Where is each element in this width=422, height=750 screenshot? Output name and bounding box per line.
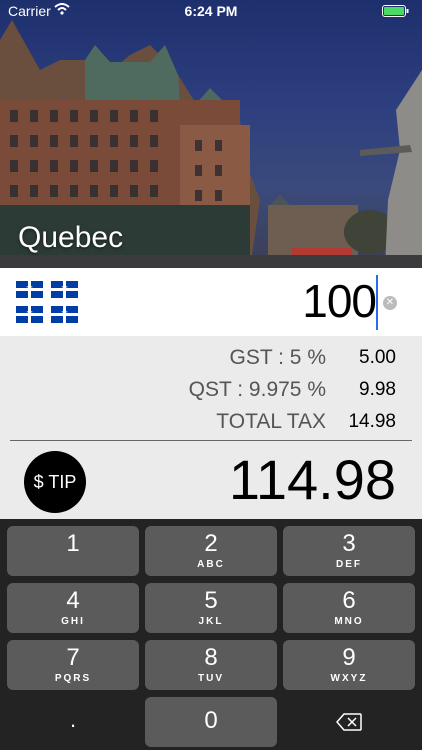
fleur-de-lis-icon: ⚜ <box>25 284 34 294</box>
key-4[interactable]: 4 GHI <box>7 583 139 633</box>
tax-panel: GST : 5 % 5.00 QST : 9.975 % 9.98 TOTAL … <box>0 336 422 519</box>
gst-row: GST : 5 % 5.00 <box>0 342 422 372</box>
qst-label: QST : 9.975 % <box>188 378 326 401</box>
quebec-flag-icon: ⚜ <box>51 306 78 323</box>
key-8[interactable]: 8 TUV <box>145 640 277 690</box>
gst-label: GST : 5 % <box>229 346 326 369</box>
key-3[interactable]: 3 DEF <box>283 526 415 576</box>
fleur-de-lis-icon: ⚜ <box>60 309 69 319</box>
divider <box>10 440 412 441</box>
hero-image: Carrier 6:24 PM Quebec <box>0 0 422 268</box>
qst-row: QST : 9.975 % 9.98 <box>0 374 422 404</box>
city-name: Quebec <box>18 221 124 254</box>
text-cursor <box>376 275 378 330</box>
key-2[interactable]: 2 ABC <box>145 526 277 576</box>
total-tax-value: 14.98 <box>348 411 396 432</box>
quebec-flag-icon: ⚜ <box>16 306 43 323</box>
qst-value: 9.98 <box>359 379 396 400</box>
status-bar: Carrier 6:24 PM <box>0 0 422 24</box>
battery-icon <box>382 5 410 17</box>
amount-field[interactable]: 100 <box>302 274 377 328</box>
quebec-flag-icon: ⚜ <box>51 281 78 298</box>
key-decimal[interactable]: . <box>7 697 139 747</box>
numeric-keypad: 1 2 ABC 3 DEF 4 GHI 5 JKL 6 MNO 7 PQRS 8 TUV 9W… <box>0 519 422 750</box>
key-6[interactable]: 6 MNO <box>283 583 415 633</box>
key-1[interactable]: 1 <box>7 526 139 576</box>
key-7[interactable]: 7 PQRS <box>7 640 139 690</box>
total-tax-row: TOTAL TAX 14.98 <box>0 406 422 436</box>
clear-icon[interactable]: ✕ <box>383 296 397 310</box>
total-tax-label: TOTAL TAX <box>216 410 326 433</box>
clock-time: 6:24 PM <box>184 3 238 19</box>
backspace-icon <box>336 713 362 731</box>
fleur-de-lis-icon: ⚜ <box>60 284 69 294</box>
key-0[interactable]: 0 <box>145 697 277 747</box>
grand-total: 114.98 <box>228 448 396 511</box>
fleur-de-lis-icon: ⚜ <box>25 309 34 319</box>
amount-input-row[interactable]: ⚜ ⚜ ⚜ ⚜ 100 <box>0 268 422 336</box>
key-5[interactable]: 5 JKL <box>145 583 277 633</box>
quebec-flag-icon: ⚜ <box>16 281 43 298</box>
key-9[interactable]: 9 WXYZ <box>283 640 415 690</box>
gst-value: 5.00 <box>359 347 396 368</box>
tip-button[interactable]: $ TIP <box>24 451 86 513</box>
backspace-key[interactable] <box>283 697 415 747</box>
